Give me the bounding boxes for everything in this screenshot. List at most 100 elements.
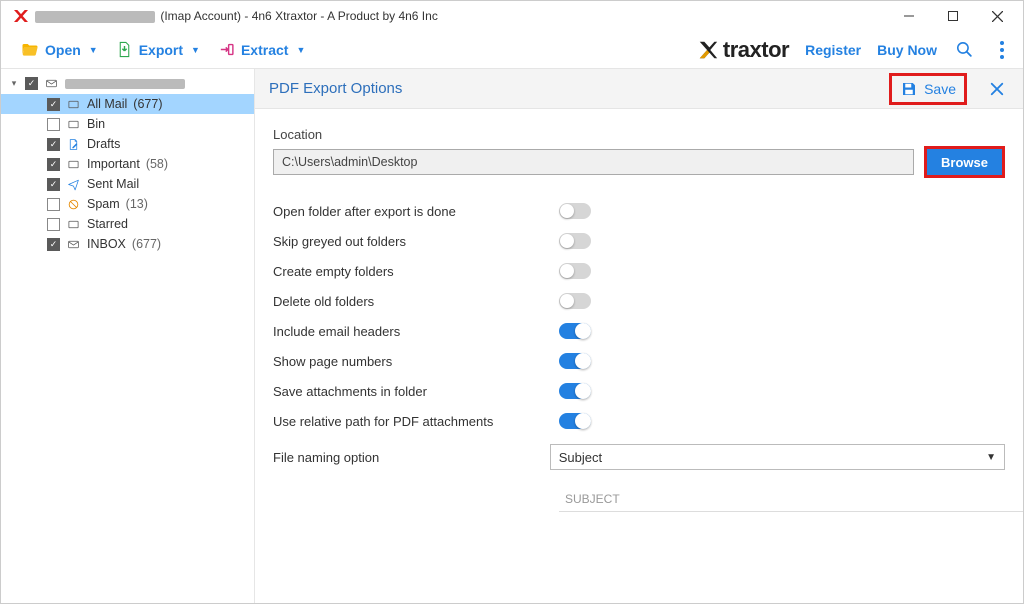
option-label: Show page numbers [273, 354, 559, 369]
tree-root-node[interactable]: ▾ [1, 75, 254, 94]
folder-label: Sent Mail [87, 177, 139, 191]
folder-label: Starred [87, 217, 128, 231]
spam-icon [66, 198, 81, 211]
chevron-down-icon: ▼ [296, 45, 305, 55]
brand-logo: traxtor [697, 37, 789, 63]
content-pane: PDF Export Options Save Location Browse … [255, 69, 1023, 603]
tree-item[interactable]: Starred [1, 214, 254, 234]
caret-down-icon[interactable]: ▾ [9, 78, 19, 89]
option-row: Show page numbers [273, 346, 1005, 376]
draft-icon [66, 138, 81, 151]
tree-item[interactable]: Bin [1, 114, 254, 134]
obscured-account-name [35, 11, 155, 23]
export-menu-button[interactable]: Export ▼ [110, 37, 206, 62]
option-row: Delete old folders [273, 286, 1005, 316]
floppy-icon [900, 80, 918, 98]
browse-button[interactable]: Browse [927, 149, 1002, 175]
envelope-icon [44, 77, 59, 90]
option-toggle[interactable] [559, 233, 591, 249]
buy-now-link[interactable]: Buy Now [877, 42, 937, 58]
folder-label: Bin [87, 117, 105, 131]
folder-count: (58) [146, 157, 168, 171]
option-row: Open folder after export is done [273, 196, 1005, 226]
close-icon [988, 80, 1006, 98]
folder-checkbox[interactable] [47, 238, 60, 251]
folder-count: (677) [132, 237, 161, 251]
window-title: (Imap Account) - 4n6 Xtraxtor - A Produc… [35, 9, 438, 23]
option-label: Skip greyed out folders [273, 234, 559, 249]
folder-tree-sidebar: ▾ All Mail (677) Bin Drafts Important (58) S… [1, 69, 255, 603]
extract-menu-button[interactable]: Extract ▼ [212, 37, 311, 62]
folder-label: Important [87, 157, 140, 171]
export-options-header: PDF Export Options Save [255, 69, 1023, 109]
option-toggle[interactable] [559, 413, 591, 429]
folder-count: (13) [126, 197, 148, 211]
location-input[interactable] [273, 149, 914, 175]
option-label: Create empty folders [273, 264, 559, 279]
folder-count: (677) [133, 97, 162, 111]
folder-checkbox[interactable] [47, 198, 60, 211]
folder-checkbox[interactable] [47, 138, 60, 151]
option-row: Save attachments in folder [273, 376, 1005, 406]
chevron-down-icon: ▼ [986, 452, 996, 463]
chevron-down-icon: ▼ [89, 45, 98, 55]
more-menu-button[interactable] [991, 39, 1013, 61]
folder-label: INBOX [87, 237, 126, 251]
folder-label: Drafts [87, 137, 120, 151]
option-row: Create empty folders [273, 256, 1005, 286]
tree-item[interactable]: All Mail (677) [1, 94, 254, 114]
option-toggle[interactable] [559, 323, 591, 339]
file-naming-value: Subject [559, 450, 602, 465]
tree-item[interactable]: INBOX (677) [1, 234, 254, 254]
tree-item[interactable]: Sent Mail [1, 174, 254, 194]
open-menu-button[interactable]: Open ▼ [15, 37, 104, 63]
main-toolbar: Open ▼ Export ▼ Extract ▼ traxtor Regist… [1, 31, 1023, 69]
folder-checkbox[interactable] [47, 158, 60, 171]
window-minimize-button[interactable] [887, 2, 931, 30]
folder-checkbox[interactable] [47, 218, 60, 231]
option-label: Delete old folders [273, 294, 559, 309]
mailbox-icon [66, 218, 81, 231]
option-label: Save attachments in folder [273, 384, 559, 399]
panel-title: PDF Export Options [269, 80, 879, 97]
export-icon [116, 41, 133, 58]
location-label: Location [273, 127, 1005, 142]
kebab-icon [996, 41, 1008, 59]
file-naming-preview: SUBJECT [559, 486, 1023, 512]
window-maximize-button[interactable] [931, 2, 975, 30]
option-toggle[interactable] [559, 293, 591, 309]
option-label: Use relative path for PDF attachments [273, 414, 559, 429]
folder-open-icon [21, 41, 39, 59]
folder-label: All Mail [87, 97, 127, 111]
search-icon [955, 40, 974, 59]
chevron-down-icon: ▼ [191, 45, 200, 55]
option-toggle[interactable] [559, 203, 591, 219]
folder-checkbox[interactable] [47, 178, 60, 191]
folder-checkbox[interactable] [47, 98, 60, 111]
register-link[interactable]: Register [805, 42, 861, 58]
option-row: Skip greyed out folders [273, 226, 1005, 256]
file-naming-label: File naming option [273, 450, 550, 465]
search-button[interactable] [953, 39, 975, 61]
window-close-button[interactable] [975, 2, 1019, 30]
option-toggle[interactable] [559, 353, 591, 369]
mailbox-icon [66, 158, 81, 171]
option-toggle[interactable] [559, 383, 591, 399]
tree-item[interactable]: Spam (13) [1, 194, 254, 214]
option-toggle[interactable] [559, 263, 591, 279]
app-logo-icon [11, 7, 29, 25]
tree-item[interactable]: Drafts [1, 134, 254, 154]
envelope-icon [66, 238, 81, 251]
obscured-account-label [65, 79, 185, 89]
save-button[interactable]: Save [889, 73, 967, 105]
titlebar: (Imap Account) - 4n6 Xtraxtor - A Produc… [1, 1, 1023, 31]
option-row: Include email headers [273, 316, 1005, 346]
mailbox-icon [66, 98, 81, 111]
root-checkbox[interactable] [25, 77, 38, 90]
sent-icon [66, 178, 81, 191]
extract-icon [218, 41, 235, 58]
tree-item[interactable]: Important (58) [1, 154, 254, 174]
file-naming-select[interactable]: Subject ▼ [550, 444, 1005, 470]
close-panel-button[interactable] [985, 77, 1009, 101]
folder-checkbox[interactable] [47, 118, 60, 131]
